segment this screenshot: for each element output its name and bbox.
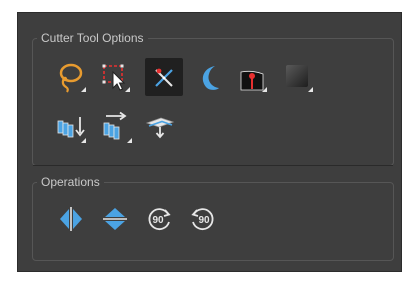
flip-horizontal-button[interactable] [54, 202, 88, 236]
tool-submenu-indicator [81, 87, 86, 92]
rotate-90-cw-button[interactable]: 90 [142, 202, 176, 236]
rotate-ccw-label: 90 [198, 215, 210, 226]
flip-vertical-icon [103, 208, 127, 230]
cutter-crosshair-icon [155, 68, 173, 87]
tool-submenu-indicator [127, 138, 132, 143]
flip-horizontal-icon [60, 207, 82, 231]
rotate-90-ccw-icon: 90 [191, 208, 214, 231]
crescent-tool-button[interactable] [191, 60, 225, 94]
pin-shape-tool-button[interactable] [235, 60, 269, 94]
tool-properties-panel: Cutter Tool Options Operations 90 90 [17, 12, 402, 272]
tool-submenu-indicator [308, 87, 313, 92]
tool-submenu-indicator [262, 87, 267, 92]
cutter-tool-options-group: Cutter Tool Options [32, 30, 394, 166]
cutter-tool-options-title: Cutter Tool Options [37, 30, 148, 46]
gradient-tool-button[interactable] [281, 60, 315, 94]
rotate-90-ccw-button[interactable]: 90 [186, 202, 220, 236]
cutter-tool-button[interactable] [145, 58, 183, 96]
select-tool-button[interactable] [98, 60, 132, 94]
rotate-90-cw-icon: 90 [148, 208, 171, 231]
flip-vertical-button[interactable] [98, 202, 132, 236]
tool-submenu-indicator [81, 138, 86, 143]
lasso-tool-button[interactable] [54, 60, 88, 94]
group-shadow-line [33, 165, 393, 166]
paste-to-layer-button[interactable] [54, 111, 88, 145]
crescent-shape-icon [202, 66, 219, 90]
drawing-layer-flatten-icon [145, 117, 175, 139]
paste-to-drawing-button[interactable] [100, 111, 134, 145]
tool-submenu-indicator [125, 87, 130, 92]
operations-group: Operations 90 90 [32, 174, 394, 261]
flatten-drawing-button[interactable] [143, 109, 177, 143]
rotate-cw-label: 90 [152, 215, 164, 226]
operations-title: Operations [37, 174, 104, 190]
